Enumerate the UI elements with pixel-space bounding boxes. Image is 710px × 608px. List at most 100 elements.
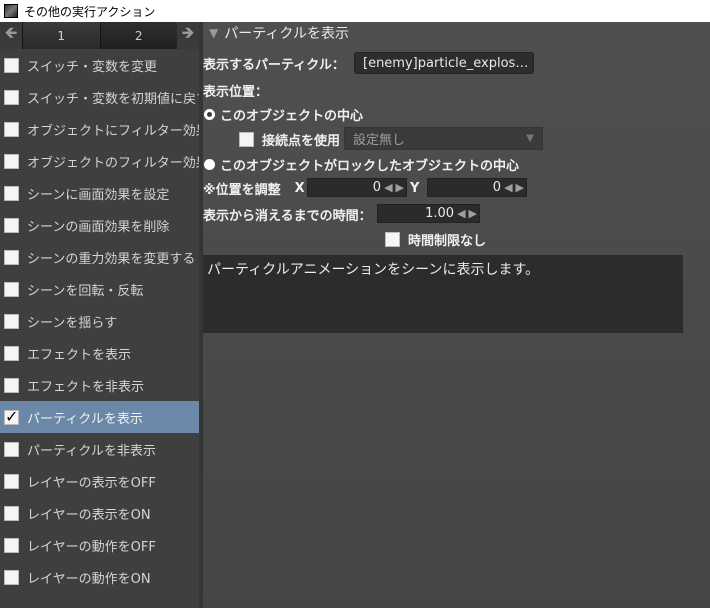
section-title: パーティクルを表示 [224,26,349,42]
list-item[interactable]: スイッチ・変数を変更 [0,49,199,81]
list-item-label: スイッチ・変数を変更 [27,59,158,75]
particle-label: 表示するパーティクル： [203,57,345,73]
collapse-triangle-icon[interactable]: ▼ [209,26,218,40]
checkbox[interactable] [4,249,19,265]
checkbox[interactable] [4,505,19,521]
checkbox[interactable] [4,153,19,169]
spin-left-icon[interactable]: ◀ [457,207,465,220]
radio-center-label: このオブジェクトの中心 [220,108,364,124]
x-value: 0 [372,180,382,195]
list-item[interactable]: レイヤーの表示をOFF [0,465,199,497]
checkbox[interactable] [4,121,19,137]
checkbox[interactable] [4,313,19,329]
list-item[interactable]: エフェクトを非表示 [0,369,199,401]
list-item[interactable]: スイッチ・変数を初期値に戻す [0,81,199,113]
list-item-label: シーンに画面効果を設定 [27,187,170,203]
list-item-label: レイヤーの表示をON [27,507,151,523]
checkbox[interactable] [4,537,19,553]
list-item[interactable]: ✓ パーティクルを表示 [0,401,199,433]
list-item-label: スイッチ・変数を初期値に戻す [27,91,199,107]
list-item[interactable]: エフェクトを表示 [0,337,199,369]
arrow-left-icon[interactable]: 🡸 [0,22,22,49]
x-label: X [294,180,305,196]
section-header[interactable]: ▼ パーティクルを表示 [203,22,710,44]
checkbox[interactable] [4,441,19,457]
list-item-label: レイヤーの表示をOFF [27,475,156,491]
list-item-label: レイヤーの動作をOFF [27,539,156,555]
list-item-label: エフェクトを表示 [27,347,132,363]
description-text: パーティクルアニメーションをシーンに表示します。 [207,262,540,278]
dropdown-arrow-icon: ▼ [526,133,534,144]
list-item[interactable]: シーンの重力効果を変更する [0,241,199,273]
checkbox[interactable] [4,345,19,361]
arrow-right-icon[interactable]: 🡺 [177,22,199,49]
spin-right-icon[interactable]: ▶ [469,207,477,220]
y-input[interactable]: 0 ◀ ▶ [427,178,527,197]
no-limit-label: 時間制限なし [408,233,487,249]
list-item-label: シーンを回転・反転 [27,283,144,299]
checkbox[interactable] [4,185,19,201]
no-limit-checkbox[interactable] [385,231,400,247]
checkbox[interactable] [4,473,19,489]
checkbox[interactable] [4,217,19,233]
x-input[interactable]: 0 ◀ ▶ [307,178,407,197]
list-item-label: シーンを揺らす [27,315,118,331]
connection-point-select[interactable]: 設定無し ▼ [344,127,543,150]
description-box: パーティクルアニメーションをシーンに表示します。 [203,255,683,333]
duration-input[interactable]: 1.00 ◀ ▶ [377,204,480,223]
list-item[interactable]: レイヤーの動作をOFF [0,529,199,561]
checkbox[interactable] [4,281,19,297]
connection-checkbox[interactable] [239,131,254,147]
page-selector: 🡸 1 2 🡺 [0,22,199,49]
list-item-label: パーティクルを非表示 [27,443,156,459]
list-item-label: シーンの画面効果を削除 [27,219,170,235]
list-item-label: エフェクトを非表示 [27,379,145,395]
list-item-label: オブジェクトのフィルター効果 [27,155,199,171]
duration-value: 1.00 [425,206,455,221]
radio-locked-label: このオブジェクトがロックしたオブジェクトの中心 [220,158,520,174]
list-item[interactable]: シーンを回転・反転 [0,273,199,305]
radio-selected-icon[interactable] [204,108,215,120]
adjust-label: ※位置を調整 [203,182,281,198]
list-item-label: レイヤーの動作をON [27,571,151,587]
list-item-label: パーティクルを表示 [27,411,143,427]
checkbox[interactable] [4,57,19,73]
checkbox[interactable] [4,377,19,393]
settings-panel: ▼ パーティクルを表示 表示するパーティクル： [enemy]particle_… [203,22,710,608]
list-item[interactable]: レイヤーの動作をON [0,561,199,593]
spin-left-icon[interactable]: ◀ [384,181,392,194]
list-item[interactable]: レイヤーの表示をON [0,497,199,529]
y-label: Y [410,180,420,196]
list-item-label: シーンの重力効果を変更する [27,251,196,267]
list-item[interactable]: シーンを揺らす [0,305,199,337]
spin-right-icon[interactable]: ▶ [396,181,404,194]
particle-select-button[interactable]: [enemy]particle_explos… [354,52,534,74]
y-value: 0 [492,180,502,195]
list-item-label: オブジェクトにフィルター効果 [27,123,199,139]
particle-value: [enemy]particle_explos… [363,55,529,71]
action-list: スイッチ・変数を変更スイッチ・変数を初期値に戻す オブジェクトにフィルター効果 オブ… [0,49,199,593]
action-list-sidebar: 🡸 1 2 🡺 スイッチ・変数を変更スイッチ・変数を初期値に戻す オブジェクトにフ… [0,22,199,608]
duration-label: 表示から消えるまでの時間： [203,208,372,224]
radio-object-center[interactable]: このオブジェクトの中心 [204,104,363,124]
position-label: 表示位置： [203,84,269,100]
radio-unselected-icon[interactable] [204,158,215,170]
page-tab-2[interactable]: 2 [99,22,177,49]
checkbox[interactable] [4,569,19,585]
checkbox[interactable] [4,89,19,105]
radio-locked-object-center[interactable]: このオブジェクトがロックしたオブジェクトの中心 [204,154,519,174]
list-item[interactable]: シーンの画面効果を削除 [0,209,199,241]
connection-select-value: 設定無し [353,133,406,148]
list-item[interactable]: シーンに画面効果を設定 [0,177,199,209]
list-item[interactable]: オブジェクトにフィルター効果 [0,113,199,145]
connection-label: 接続点を使用 [262,133,341,149]
spin-right-icon[interactable]: ▶ [516,181,524,194]
window-title: その他の実行アクション [24,4,156,19]
page-tab-1[interactable]: 1 [22,22,100,49]
checkmark-icon[interactable]: ✓ [4,408,19,425]
list-item[interactable]: オブジェクトのフィルター効果 [0,145,199,177]
spin-left-icon[interactable]: ◀ [504,181,512,194]
title-bar: その他の実行アクション [0,0,710,22]
app-icon [4,4,18,18]
list-item[interactable]: パーティクルを非表示 [0,433,199,465]
